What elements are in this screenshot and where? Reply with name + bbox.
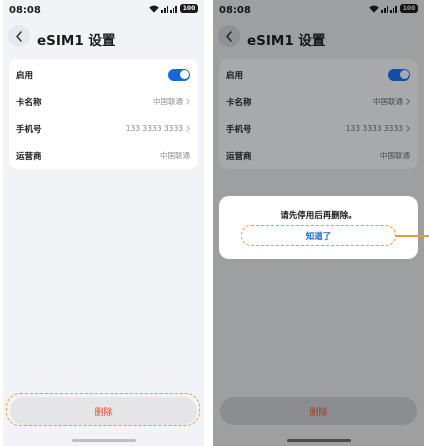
phone-number-row[interactable]: 手机号 133 3333 3333 [9, 115, 198, 142]
row-label: 手机号 [226, 124, 252, 135]
dialog-message: 请先停用后再删除。 [280, 211, 357, 221]
battery-icon: 100 [180, 4, 198, 13]
row-value: 中国联通 [373, 97, 403, 106]
enable-row: 启用 [219, 61, 418, 88]
status-bar: 08:08 100 [213, 0, 424, 22]
home-indicator [71, 439, 136, 442]
row-value: 中国联通 [160, 151, 190, 160]
row-value: 133 3333 3333 [345, 124, 403, 133]
chevron-right-icon [406, 98, 410, 105]
settings-screen: 08:08 100 eSIM1 设置 启用 卡名称 中国联通 手机号 133 3… [3, 0, 204, 446]
row-label: 卡名称 [226, 97, 252, 108]
signal-icon [390, 5, 397, 13]
annotation-pointer-line [396, 235, 429, 237]
battery-level: 100 [182, 5, 196, 12]
home-indicator [286, 439, 351, 442]
title-bar: eSIM1 设置 [3, 25, 204, 51]
status-bar: 08:08 100 [3, 0, 204, 22]
settings-list: 启用 卡名称 中国联通 手机号 133 3333 3333 运营商 中国联通 [9, 59, 198, 169]
enable-row[interactable]: 启用 [9, 61, 198, 88]
row-value: 133 3333 3333 [125, 124, 183, 133]
row-label: 启用 [226, 70, 244, 81]
row-label: 运营商 [16, 151, 42, 162]
page-title: eSIM1 设置 [37, 33, 116, 49]
chevron-right-icon [406, 125, 410, 132]
card-name-row: 卡名称 中国联通 [219, 88, 418, 115]
card-name-row[interactable]: 卡名称 中国联通 [9, 88, 198, 115]
enable-toggle [388, 68, 410, 81]
row-label: 运营商 [226, 151, 252, 162]
page-title: eSIM1 设置 [247, 33, 326, 49]
settings-screen-with-dialog: 08:08 100 eSIM1 设置 启用 卡名称 中国联通 手机号 133 3… [213, 0, 424, 446]
row-value: 中国联通 [380, 151, 410, 160]
carrier-row: 运营商 中国联通 [219, 142, 418, 169]
row-label: 卡名称 [16, 97, 42, 108]
status-time: 08:08 [9, 5, 41, 16]
chevron-left-icon [226, 30, 232, 42]
back-button[interactable] [8, 25, 30, 47]
back-button [218, 25, 240, 47]
signal-icon [381, 5, 389, 13]
signal-icon [161, 5, 169, 13]
chevron-left-icon [16, 30, 22, 42]
status-icons: 100 [149, 4, 198, 13]
wifi-icon [369, 5, 380, 13]
dialog-confirm-button[interactable]: 知道了 [241, 226, 396, 245]
row-value: 中国联通 [153, 97, 183, 106]
status-time: 08:08 [219, 5, 251, 16]
battery-icon: 100 [400, 4, 418, 13]
settings-list: 启用 卡名称 中国联通 手机号 133 3333 3333 运营商 中国联通 [219, 59, 418, 169]
enable-toggle[interactable] [168, 68, 190, 81]
chevron-right-icon [186, 125, 190, 132]
status-icons: 100 [369, 4, 418, 13]
delete-button[interactable]: 删除 [10, 397, 197, 425]
row-label: 启用 [16, 70, 34, 81]
row-label: 手机号 [16, 124, 42, 135]
delete-button: 删除 [220, 397, 417, 425]
title-bar: eSIM1 设置 [213, 25, 424, 51]
carrier-row: 运营商 中国联通 [9, 142, 198, 169]
alert-dialog: 请先停用后再删除。 知道了 [219, 196, 418, 259]
battery-level: 100 [402, 5, 416, 12]
chevron-right-icon [186, 98, 190, 105]
signal-icon [170, 5, 177, 13]
phone-number-row: 手机号 133 3333 3333 [219, 115, 418, 142]
wifi-icon [149, 5, 160, 13]
